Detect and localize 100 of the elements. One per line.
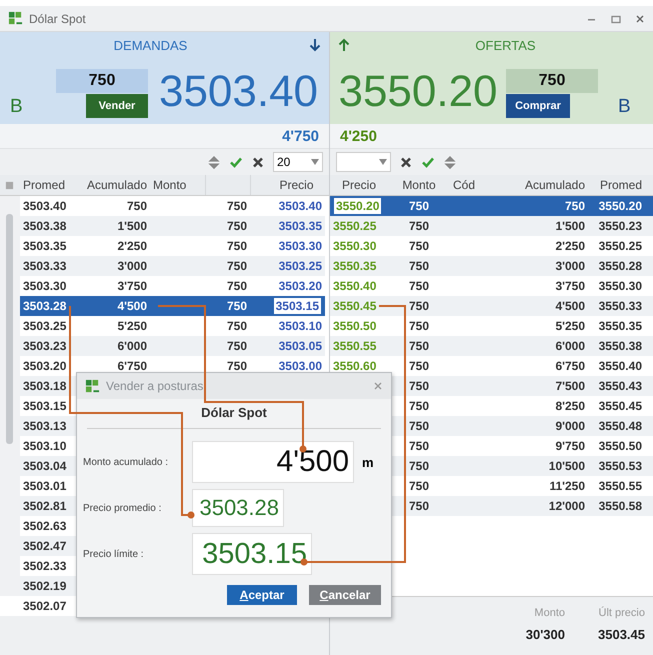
buy-button[interactable]: Comprar [506, 94, 570, 118]
table-cell: 750 [226, 339, 247, 353]
table-cell-text: 5'250 [554, 319, 586, 333]
table-cell: 3503.05 [278, 339, 322, 353]
table-row[interactable]: 3550.20 750 750 3550.20 [330, 196, 653, 216]
up-arrow-icon [338, 38, 350, 52]
table-cell-text: 3502.81 [22, 499, 68, 513]
table-cell: 3'750 [117, 279, 147, 293]
filter-dropdown[interactable] [336, 152, 391, 172]
accept-button[interactable]: Aceptar [227, 585, 297, 605]
table-cell: 3503.20 [278, 279, 322, 293]
table-cell-text: 750 [408, 459, 430, 473]
table-cell-text: 3550.35 [598, 319, 643, 333]
caret-icon [311, 159, 319, 165]
table-cell-text: 3550.38 [598, 339, 643, 353]
table-cell-text: 750 [564, 199, 586, 213]
table-cell-text: 750 [408, 379, 430, 393]
column-header[interactable]: Acumulado [80, 178, 150, 192]
table-cell-text: 12'000 [548, 499, 586, 513]
bid-price: 3503.40 [158, 66, 320, 118]
table-cell-text: 3550.20 [598, 199, 643, 213]
cancel-button[interactable]: Cancelar [309, 585, 381, 605]
table-cell-text: 3550.33 [598, 299, 643, 313]
table-cell: 6'000 [117, 339, 147, 353]
summary-label: Últ precio [598, 607, 645, 619]
down-arrow-icon [309, 38, 321, 52]
summary-value: 3503.45 [598, 627, 645, 642]
table-cell: 3550.50 [333, 319, 376, 333]
column-menu-icon[interactable] [5, 180, 14, 190]
table-cell-text: 3502.19 [22, 579, 68, 593]
sell-button[interactable]: Vender [86, 94, 148, 118]
quantity-box: 750 [56, 69, 148, 93]
column-header[interactable]: Promed [588, 178, 645, 192]
value-field[interactable]: 3503.28 [192, 489, 284, 527]
table-cell-text: 750 [408, 359, 430, 373]
table-cell: 2'250 [117, 239, 147, 253]
maximize-icon[interactable] [611, 14, 621, 24]
table-cell-text: 3550.50 [598, 439, 643, 453]
table-row[interactable]: 3550.45 750 4'500 3550.33 [330, 296, 653, 316]
table-cell-text: 3550.55 [598, 479, 643, 493]
table-cell-text: 3550.28 [598, 259, 643, 273]
offer-total: 4'250 [340, 128, 377, 144]
table-cell-text: 10'500 [548, 459, 586, 473]
table-row[interactable]: 3503.33 3'000 750 3503.25 [20, 256, 325, 276]
close-icon[interactable] [635, 14, 645, 24]
table-cell-text: 3'750 [554, 279, 586, 293]
table-cell: 750 [226, 199, 247, 213]
table-cell-text: 3503.28 [22, 299, 68, 313]
table-cell: 750 [226, 319, 247, 333]
scrollbar[interactable] [0, 196, 20, 596]
table-cell: 750 [226, 359, 247, 373]
column-header[interactable]: Precio [268, 178, 325, 192]
table-cell: 3503.25 [278, 259, 322, 273]
table-cell: 3503.35 [278, 219, 322, 233]
table-cell: 3503.00 [278, 359, 322, 373]
table-cell: 3550.60 [333, 359, 376, 373]
dialog-heading: Dólar Spot [200, 404, 268, 422]
column-header[interactable]: Cód [450, 178, 508, 192]
dialog-title: Vender a posturas [106, 379, 204, 393]
table-cell-text: 3503.18 [22, 379, 68, 393]
column-header[interactable]: Acumulado [508, 178, 588, 192]
close-icon[interactable] [373, 381, 383, 391]
side-letter: B [9, 96, 24, 118]
table-row[interactable]: 3503.23 6'000 750 3503.05 [20, 336, 325, 356]
table-cell-text: 3503.38 [22, 219, 68, 233]
value-field[interactable]: 4'500 [192, 441, 354, 483]
table-row[interactable]: 3550.55 750 6'000 3550.38 [330, 336, 653, 356]
sort-arrows-icon[interactable] [207, 154, 221, 170]
table-cell-text: 3503.25 [22, 319, 68, 333]
table-cell-text: 3503.33 [22, 259, 68, 273]
panel-title: DEMANDAS [112, 38, 188, 52]
side-letter: B [617, 96, 631, 118]
column-header[interactable]: Monto [388, 178, 450, 192]
table-cell-text: 3550.30 [598, 279, 643, 293]
table-cell-text: 6'000 [554, 339, 586, 353]
column-header[interactable]: Monto [150, 178, 205, 192]
table-cell: 3550.25 [333, 219, 376, 233]
column-header[interactable]: Promed [20, 178, 80, 192]
table-cell-text: 9'000 [554, 419, 586, 433]
sort-arrows-icon[interactable] [443, 154, 457, 170]
column-header[interactable]: Precio [330, 178, 388, 192]
table-cell-text: 750 [408, 439, 430, 453]
table-cell-text: 3550.58 [598, 499, 643, 513]
table-cell-text: 3550.48 [598, 419, 643, 433]
count-dropdown[interactable]: 20 [273, 152, 323, 172]
table-cell-text: 6'750 [554, 359, 586, 373]
table-cell-text: 3503.40 [22, 199, 68, 213]
x-icon[interactable] [399, 154, 413, 170]
table-row[interactable]: 3550.25 750 1'500 3550.23 [330, 216, 653, 236]
table-cell-text: 3550.53 [598, 459, 643, 473]
table-cell: 3550.40 [333, 279, 376, 293]
table-row[interactable]: 3503.38 1'500 750 3503.35 [20, 216, 325, 236]
table-cell-text: 3502.47 [22, 539, 68, 553]
x-icon[interactable] [251, 154, 265, 170]
value-field[interactable]: 3503.15 [192, 533, 312, 575]
table-cell: 1'500 [117, 219, 147, 233]
table-cell-text: 3550.25 [598, 239, 643, 253]
table-row[interactable]: 3503.28 4'500 750 3503.15 [20, 296, 325, 316]
table-cell: 750 [126, 199, 147, 213]
table-row[interactable]: 3550.35 750 3'000 3550.28 [330, 256, 653, 276]
